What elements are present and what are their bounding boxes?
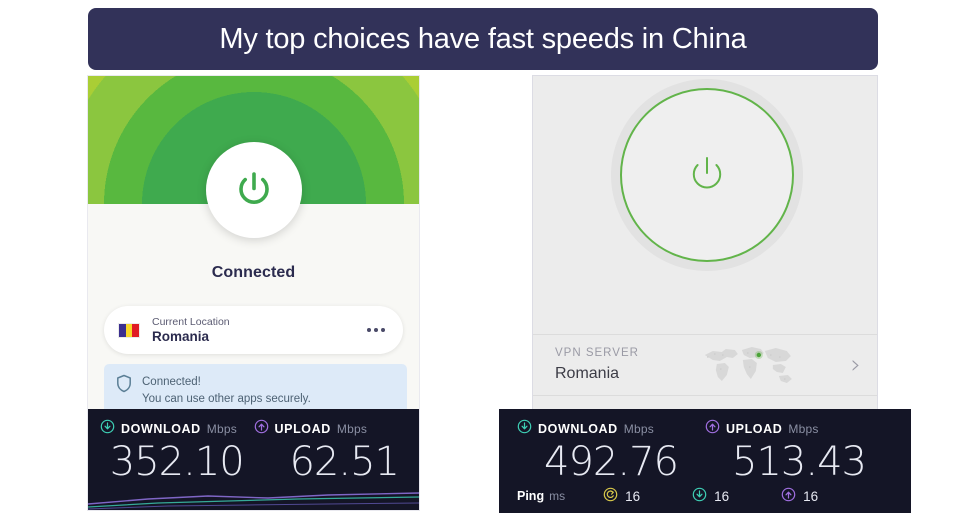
- connection-ring-area: [533, 76, 877, 334]
- notification-text: Connected! You can use other apps secure…: [142, 374, 311, 412]
- download-unit: Mbps: [623, 422, 654, 436]
- ping-upload-metric: 16: [781, 487, 818, 505]
- ping-idle-metric: 16: [603, 487, 640, 505]
- ping-label: Ping: [517, 489, 545, 503]
- ping-download-value: 16: [714, 488, 730, 504]
- download-label: DOWNLOAD: [538, 422, 618, 436]
- flag-romania-icon: [118, 322, 140, 338]
- nordvpn-app-window: VPN SERVER Romania ›: [533, 76, 877, 410]
- connection-status-label: Connected: [211, 264, 296, 281]
- page-title: My top choices have fast speeds in China: [219, 22, 747, 55]
- upload-unit: Mbps: [788, 422, 819, 436]
- current-location-country: Romania: [152, 328, 210, 344]
- vpn-server-row[interactable]: VPN SERVER Romania ›: [533, 334, 877, 396]
- ping-idle-value: 16: [625, 488, 641, 504]
- current-location-label: Current Location: [152, 315, 230, 328]
- power-icon: [232, 166, 276, 215]
- upload-metric: UPLOAD Mbps 62.51: [254, 419, 408, 483]
- more-options-icon[interactable]: [367, 328, 389, 332]
- vpn-server-label: VPN SERVER: [555, 347, 639, 359]
- upload-arrow-icon: [705, 419, 720, 439]
- vpn-server-country: Romania: [555, 364, 620, 382]
- chevron-right-icon[interactable]: ›: [851, 352, 861, 378]
- speed-graph-line: [88, 492, 419, 510]
- download-arrow-icon: [100, 419, 115, 439]
- speedtest-result-right: DOWNLOAD Mbps 492.76 UPLOAD Mbps 513.43 …: [499, 409, 911, 513]
- download-metric: DOWNLOAD Mbps 492.76: [517, 419, 705, 483]
- upload-arrow-icon: [254, 419, 269, 439]
- download-unit: Mbps: [206, 422, 237, 436]
- ping-download-metric: 16: [692, 487, 729, 505]
- ping-unit: ms: [549, 489, 566, 503]
- current-location-card[interactable]: Current Location Romania: [104, 306, 403, 354]
- upload-metric: UPLOAD Mbps 513.43: [705, 419, 893, 483]
- download-value: 492.76: [544, 439, 679, 485]
- current-location-text: Current Location Romania: [152, 316, 367, 345]
- world-map-icon: [651, 342, 845, 388]
- notification-title: Connected!: [142, 376, 201, 388]
- download-value: 352.10: [109, 439, 245, 485]
- power-button[interactable]: [620, 88, 794, 262]
- upload-value: 513.43: [732, 439, 867, 485]
- vpn-server-text: VPN SERVER Romania: [555, 347, 639, 383]
- upload-value: 62.51: [289, 439, 400, 485]
- ping-refresh-icon: [603, 487, 618, 505]
- shield-icon: [116, 374, 132, 412]
- ping-row: Ping ms 16 16 16: [499, 483, 911, 505]
- map-pin-icon: [754, 351, 763, 359]
- upload-label: UPLOAD: [726, 422, 783, 436]
- speedtest-result-left: DOWNLOAD Mbps 352.10 UPLOAD Mbps 62.51: [88, 409, 419, 510]
- notification-subtitle: You can use other apps securely.: [142, 392, 311, 405]
- download-label: DOWNLOAD: [121, 422, 201, 436]
- upload-unit: Mbps: [336, 422, 368, 436]
- power-button[interactable]: [205, 142, 302, 238]
- headline-banner: My top choices have fast speeds in China: [88, 8, 878, 70]
- upload-arrow-icon: [781, 487, 796, 505]
- upload-label: UPLOAD: [274, 422, 331, 436]
- power-icon: [684, 150, 730, 201]
- download-arrow-icon: [692, 487, 707, 505]
- ping-upload-value: 16: [803, 488, 819, 504]
- download-arrow-icon: [517, 419, 532, 439]
- download-metric: DOWNLOAD Mbps 352.10: [100, 419, 254, 483]
